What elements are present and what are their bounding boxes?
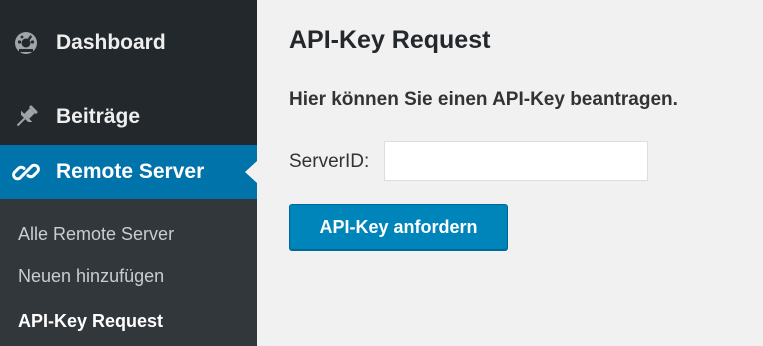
page-title: API-Key Request — [289, 26, 491, 54]
submenu-item-neuen-hinzufuegen[interactable]: Neuen hinzufügen — [18, 266, 164, 287]
sidebar-item-label: Remote Server — [56, 160, 205, 183]
sidebar-item-dashboard[interactable]: Dashboard — [0, 18, 257, 68]
link-icon — [12, 158, 40, 186]
main-content: API-Key Request Hier können Sie einen AP… — [257, 0, 763, 346]
dashboard-gauge-icon — [12, 29, 40, 57]
admin-screen: Dashboard Beiträge Remote Server Alle Re… — [0, 0, 763, 346]
sidebar-item-label: Beiträge — [56, 105, 141, 128]
pin-icon — [12, 103, 40, 131]
submenu-item-alle-remote-server[interactable]: Alle Remote Server — [18, 224, 174, 245]
serverid-label: ServerID: — [289, 151, 370, 172]
active-indicator-arrow — [245, 161, 257, 183]
sidebar-item-beitraege[interactable]: Beiträge — [0, 92, 257, 142]
admin-sidebar: Dashboard Beiträge Remote Server Alle Re… — [0, 0, 257, 346]
page-description: Hier können Sie einen API-Key beantragen… — [289, 89, 678, 110]
sidebar-submenu: Alle Remote Server Neuen hinzufügen API-… — [0, 199, 257, 346]
serverid-input[interactable] — [384, 141, 648, 181]
sidebar-item-remote-server[interactable]: Remote Server — [0, 145, 257, 199]
submenu-item-api-key-request[interactable]: API-Key Request — [18, 311, 163, 332]
sidebar-item-label: Dashboard — [56, 31, 166, 54]
request-api-key-button[interactable]: API-Key anfordern — [289, 204, 508, 250]
